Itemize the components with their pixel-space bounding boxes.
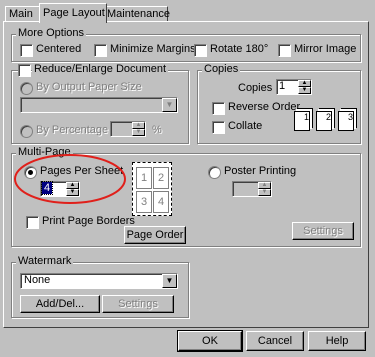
help-button[interactable]: Help (308, 331, 366, 351)
collate-label: Collate (228, 120, 263, 132)
more-options-group: More Options Centered Minimize Margins R… (11, 27, 361, 62)
chevron-down-icon: ▼ (162, 98, 177, 112)
page-order-button[interactable]: Page Order (124, 226, 186, 244)
watermark-title: Watermark (16, 255, 74, 267)
reverse-order-checkbox[interactable] (212, 102, 225, 115)
mirror-image-label: Mirror Image (294, 43, 357, 55)
preview-cell-3: 3 (136, 191, 152, 213)
pages-preview-icon: 1 2 3 4 (132, 162, 172, 216)
copies-value: 1 (279, 80, 286, 92)
tab-maintenance-label: Maintenance (107, 8, 170, 20)
mirror-image-checkbox[interactable] (278, 44, 291, 57)
collate-page-3: 3 (338, 111, 354, 131)
copies-group: Copies Copies 1 ▲ ▼ Reverse Order Collat… (197, 63, 361, 144)
collate-checkbox[interactable] (212, 121, 225, 134)
ok-button[interactable]: OK (177, 330, 243, 352)
preview-cell-2: 2 (153, 167, 169, 189)
by-output-paper-size-label: By Output Paper Size (36, 81, 142, 93)
page-layout-dialog: Main Page Layout Maintenance More Option… (0, 0, 375, 357)
poster-printing-label: Poster Printing (224, 165, 297, 177)
copies-label: Copies (238, 82, 273, 94)
watermark-selected: None (24, 274, 51, 286)
reverse-order-label: Reverse Order (228, 101, 301, 113)
collate-page-3-num: 3 (347, 112, 353, 122)
reduce-enlarge-group: Reduce/Enlarge Document By Output Paper … (11, 63, 189, 144)
chevron-down-icon: ▼ (162, 274, 177, 288)
minimize-margins-label: Minimize Margins (110, 43, 196, 55)
percentage-spinbox[interactable]: ▲ ▼ (110, 121, 146, 137)
copies-title: Copies (202, 63, 241, 75)
by-percentage-radio[interactable] (20, 125, 33, 138)
spin-up-icon[interactable]: ▲ (132, 122, 145, 129)
percent-sign: % (152, 124, 162, 136)
poster-up-icon[interactable]: ▲ (258, 182, 271, 189)
copies-down-icon[interactable]: ▼ (298, 87, 311, 94)
collate-page-2: 2 (316, 111, 332, 131)
tab-panel: More Options Centered Minimize Margins R… (3, 21, 369, 328)
reduce-enlarge-title: Reduce/Enlarge Document (32, 63, 169, 75)
poster-spinbox[interactable]: ▲ ▼ (232, 181, 272, 197)
watermark-dropdown[interactable]: None ▼ (20, 273, 178, 289)
collate-page-1-num: 1 (303, 112, 309, 122)
print-page-borders-label: Print Page Borders (42, 215, 135, 227)
centered-checkbox[interactable] (20, 44, 33, 57)
cancel-button[interactable]: Cancel (246, 331, 304, 351)
tab-main[interactable]: Main (5, 6, 43, 22)
copies-spinbox[interactable]: 1 ▲ ▼ (276, 79, 312, 95)
poster-down-icon[interactable]: ▼ (258, 189, 271, 196)
tab-page-layout-label: Page Layout (43, 7, 105, 19)
add-del-button[interactable]: Add/Del... (20, 295, 100, 313)
more-options-title: More Options (16, 27, 87, 39)
poster-printing-radio[interactable] (208, 166, 221, 179)
reduce-enlarge-checkbox[interactable] (18, 64, 31, 77)
highlight-circle (14, 154, 126, 204)
rotate-180-checkbox[interactable] (194, 44, 207, 57)
tab-page-layout[interactable]: Page Layout (39, 3, 107, 23)
spin-down-icon[interactable]: ▼ (132, 129, 145, 136)
collate-page-2-num: 2 (325, 112, 331, 122)
preview-cell-4: 4 (153, 191, 169, 213)
by-output-paper-size-radio[interactable] (20, 82, 33, 95)
rotate-180-label: Rotate 180° (210, 43, 269, 55)
multi-page-group: Multi-Page Pages Per Sheet 4 ▲ ▼ 1 2 3 4… (11, 146, 361, 247)
watermark-settings-button[interactable]: Settings (102, 295, 174, 313)
collate-icon: 1 2 3 (294, 109, 354, 133)
tab-main-label: Main (9, 8, 33, 20)
tab-maintenance[interactable]: Maintenance (103, 6, 170, 22)
poster-settings-button[interactable]: Settings (292, 222, 354, 240)
preview-cell-1: 1 (136, 167, 152, 189)
minimize-margins-checkbox[interactable] (94, 44, 107, 57)
copies-up-icon[interactable]: ▲ (298, 80, 311, 87)
by-percentage-label: By Percentage (36, 124, 109, 136)
centered-label: Centered (36, 43, 82, 55)
collate-page-1: 1 (294, 111, 310, 131)
print-page-borders-checkbox[interactable] (26, 216, 39, 229)
watermark-group: Watermark None ▼ Add/Del... Settings (11, 255, 189, 318)
output-paper-size-dropdown[interactable]: ▼ (20, 97, 178, 113)
